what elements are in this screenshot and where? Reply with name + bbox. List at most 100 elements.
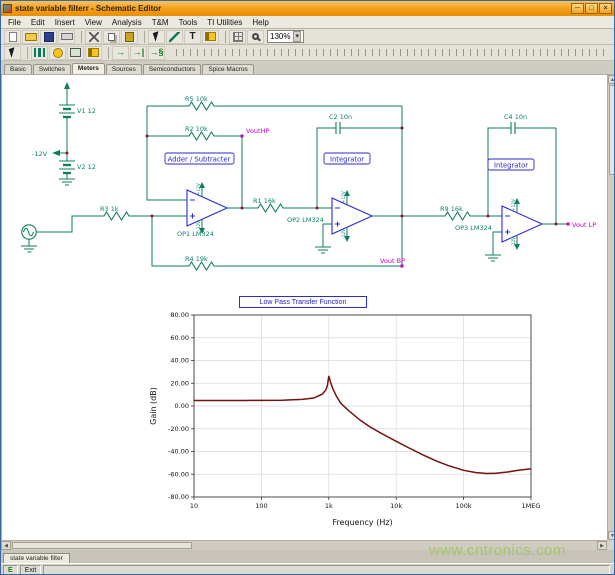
- menu-tools[interactable]: Tools: [174, 17, 203, 28]
- toolbar-separator: [104, 47, 109, 59]
- open-file-button[interactable]: [22, 30, 39, 44]
- component-op1[interactable]: +12V -12V OP1 LM324: [177, 182, 227, 238]
- run-icon: →: [116, 47, 125, 58]
- menu-analysis[interactable]: Analysis: [107, 17, 147, 28]
- text-tool-button[interactable]: T: [184, 30, 201, 44]
- menu-file[interactable]: File: [3, 17, 26, 28]
- status-cell-1[interactable]: Exit: [20, 565, 42, 575]
- wire-tool-icon: [169, 32, 180, 42]
- audio-tool-button[interactable]: [202, 30, 219, 44]
- component-r5[interactable]: R5 10k: [185, 95, 217, 110]
- vertical-scroll-thumb[interactable]: [609, 85, 615, 175]
- step-in-button[interactable]: →|: [130, 46, 147, 60]
- voutlp-label: Vout LP: [572, 221, 596, 229]
- scroll-down-icon[interactable]: ▼: [608, 531, 615, 540]
- component-op2[interactable]: +12V -12V OP2 LM324: [287, 190, 372, 242]
- save-icon: [44, 32, 54, 42]
- component-c4[interactable]: C4 10n: [504, 113, 527, 134]
- op1-vplus-label: +12V: [196, 183, 201, 195]
- new-file-button[interactable]: [4, 30, 21, 44]
- speaker-button[interactable]: [85, 46, 102, 60]
- block-label-integrator1[interactable]: Integrator: [324, 153, 370, 164]
- meter-icon: [53, 48, 63, 58]
- zoom-level-dropdown[interactable]: 130% ▾: [267, 30, 304, 43]
- component-r4[interactable]: R4 19k: [185, 255, 217, 270]
- toolbar2-buttons: → →|→§: [4, 46, 166, 60]
- menu-insert[interactable]: Insert: [50, 17, 80, 28]
- menu-bar: FileEditInsertViewAnalysisT&MToolsTI Uti…: [1, 16, 614, 29]
- component-r1[interactable]: R1 16k: [253, 197, 286, 212]
- save-button[interactable]: [40, 30, 57, 44]
- tab-sources[interactable]: Sources: [106, 64, 142, 74]
- component-r9[interactable]: R9 16k: [440, 205, 473, 220]
- block-label-integrator2[interactable]: Integrator: [488, 159, 534, 170]
- copy-button[interactable]: [103, 30, 120, 44]
- status-cell-empty: [43, 565, 610, 575]
- svg-text:Integrator: Integrator: [330, 156, 364, 164]
- x-tick-label: 100k: [456, 502, 472, 510]
- horizontal-scroll-thumb[interactable]: [12, 542, 192, 549]
- grid-toggle-button[interactable]: [229, 30, 246, 44]
- voltage-source-button[interactable]: [31, 46, 48, 60]
- block-label-adder[interactable]: Adder / Subtracter: [165, 153, 234, 164]
- scroll-up-icon[interactable]: ▲: [608, 75, 615, 84]
- status-cell-0[interactable]: E: [3, 565, 18, 575]
- step-macro-button[interactable]: →§: [148, 46, 165, 60]
- zoom-tool-button[interactable]: [247, 30, 264, 44]
- y-tick-label: 20.00: [170, 379, 189, 387]
- app-icon: [3, 4, 12, 13]
- print-button[interactable]: [58, 30, 75, 44]
- y-tick-label: 0.00: [175, 402, 189, 410]
- component-r2[interactable]: R2 10k: [185, 125, 217, 140]
- vertical-scrollbar[interactable]: ▲ ▼: [607, 75, 615, 540]
- meter-button[interactable]: [49, 46, 66, 60]
- op2-label: OP2 LM324: [287, 216, 324, 224]
- node-labels: VoutHP Vout BP Vout LP: [241, 127, 597, 268]
- menu-ti-utilities[interactable]: TI Utilities: [202, 17, 247, 28]
- menu-help[interactable]: Help: [247, 17, 273, 28]
- component-v2-battery[interactable]: V2 12: [59, 161, 96, 173]
- select-tool-button[interactable]: [148, 30, 165, 44]
- x-tick-label: 10k: [390, 502, 402, 510]
- tab-meters[interactable]: Meters: [72, 63, 105, 74]
- r3-label: R3 1k: [100, 205, 119, 213]
- op1-label: OP1 LM324: [177, 230, 214, 238]
- maximize-button[interactable]: □: [585, 3, 598, 14]
- oscilloscope-button[interactable]: [67, 46, 84, 60]
- y-tick-label: -20.00: [168, 425, 189, 433]
- run-button[interactable]: →: [112, 46, 129, 60]
- y-tick-label: 40.00: [170, 357, 189, 365]
- menu-view[interactable]: View: [80, 17, 107, 28]
- scroll-left-icon[interactable]: ◀: [1, 541, 11, 550]
- menu-edit[interactable]: Edit: [26, 17, 50, 28]
- transfer-function-chart[interactable]: Low Pass Transfer Function 101001k10k100…: [144, 293, 568, 539]
- toolbar-main: T 130% ▾: [1, 29, 614, 45]
- document-tab[interactable]: state variable filter: [3, 553, 70, 563]
- pointer-tool-button[interactable]: [4, 46, 21, 60]
- ground-symbol: [21, 240, 37, 253]
- tab-semiconductors[interactable]: Semiconductors: [143, 64, 202, 74]
- paste-button[interactable]: [121, 30, 138, 44]
- tab-basic[interactable]: Basic: [4, 64, 32, 74]
- wire-tool-button[interactable]: [166, 30, 183, 44]
- tab-spice-macros[interactable]: Spice Macros: [202, 64, 253, 74]
- cut-button[interactable]: [85, 30, 102, 44]
- component-tab-strip: BasicSwitchesMetersSourcesSemiconductors…: [1, 61, 614, 75]
- component-op3[interactable]: +12V -12V OP3 LM324: [455, 198, 542, 250]
- close-button[interactable]: ×: [599, 3, 612, 14]
- print-icon: [61, 33, 73, 40]
- minimize-button[interactable]: ─: [571, 3, 584, 14]
- schematic-canvas[interactable]: V1 12 -12V V2 12: [1, 75, 607, 540]
- component-v1-battery[interactable]: V1 12: [59, 82, 96, 117]
- tab-switches[interactable]: Switches: [33, 64, 71, 74]
- r4-label: R4 19k: [185, 255, 208, 263]
- r2-label: R2 10k: [185, 125, 208, 133]
- gain-curve: [194, 376, 531, 474]
- component-c2[interactable]: C2 10n: [329, 113, 352, 134]
- component-signal-generator[interactable]: [22, 225, 36, 239]
- scroll-right-icon[interactable]: ▶: [597, 541, 607, 550]
- r1-label: R1 16k: [253, 197, 276, 205]
- menu-t-m[interactable]: T&M: [147, 17, 174, 28]
- component-r3[interactable]: R3 1k: [100, 205, 132, 220]
- x-tick-label: 10: [190, 502, 198, 510]
